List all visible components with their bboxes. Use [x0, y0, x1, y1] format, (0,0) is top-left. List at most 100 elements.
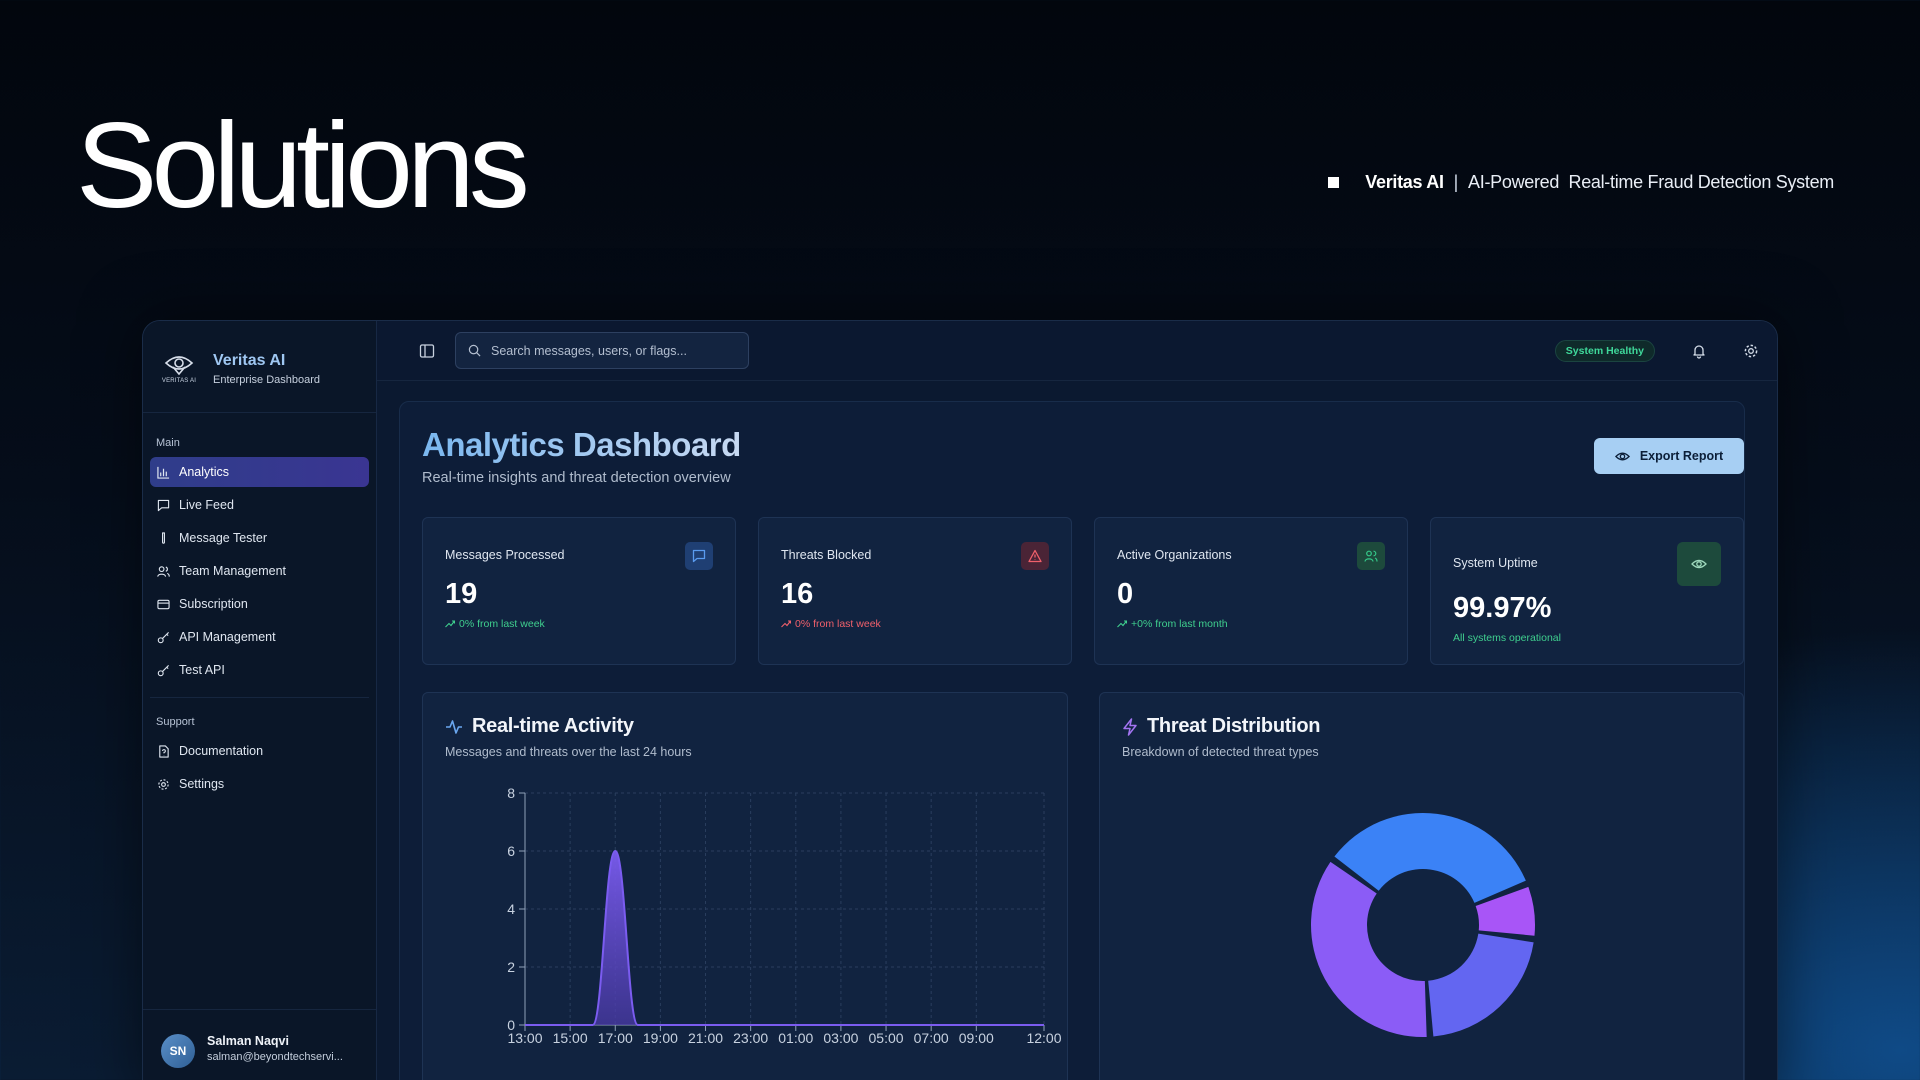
sidebar-item-label: Analytics: [179, 465, 230, 479]
eye-shield-icon: [164, 356, 194, 376]
avatar: SN: [161, 1034, 195, 1068]
sidebar-item-settings[interactable]: Settings: [150, 769, 369, 799]
y-tick-label: 8: [507, 785, 515, 801]
file-question-icon: [159, 744, 169, 758]
sidebar-item-label: API Management: [179, 630, 276, 644]
sidebar-item-subscription[interactable]: Subscription: [150, 589, 369, 619]
veritas-logo[interactable]: VERITAS AI: [159, 349, 199, 389]
donut-chart: [1311, 813, 1535, 1037]
gear-icon: [158, 778, 169, 790]
x-tick-label: 07:00: [914, 1030, 949, 1046]
hero-description: AI-Powered Real-time Fraud Detection Sys…: [1468, 172, 1834, 192]
trend-up-icon: [1117, 620, 1127, 628]
y-tick-label: 6: [507, 843, 515, 859]
stat-value: 0: [1117, 578, 1134, 610]
topbar: Search messages, users, or flags... Syst…: [377, 321, 1777, 381]
stat-trend-text: 0% from last week: [459, 618, 545, 630]
activity-panel: Real-time Activity Messages and threats …: [422, 692, 1068, 1080]
alert-triangle-icon: [1021, 542, 1049, 570]
brand-block: Veritas AI Enterprise Dashboard: [213, 352, 320, 386]
user-profile[interactable]: SN Salman Naqvi salman@beyondtechservi..…: [143, 1009, 376, 1080]
logo-text: VERITAS AI: [161, 378, 197, 384]
pie-slice: [1428, 933, 1534, 1037]
stat-value: 99.97%: [1453, 592, 1552, 624]
brand-name: Veritas AI: [213, 351, 286, 369]
status-badge: System Healthy: [1554, 339, 1655, 362]
series-area: [525, 851, 1044, 1025]
stat-card-uptime: System Uptime 99.97% All systems operati…: [1430, 517, 1744, 665]
message-square-icon: [157, 499, 170, 511]
sidebar-item-label: Subscription: [179, 597, 248, 611]
stat-trend-text: 0% from last week: [795, 618, 881, 630]
stat-label: System Uptime: [1453, 556, 1538, 570]
x-tick-label: 13:00: [507, 1030, 542, 1046]
x-tick-label: 17:00: [598, 1030, 633, 1046]
trend-up-icon: [781, 620, 791, 628]
sidebar-item-label: Message Tester: [179, 531, 268, 545]
stat-card-organizations: Active Organizations 0 +0% from last mon…: [1094, 517, 1408, 665]
bar-chart-icon: [157, 466, 170, 479]
eye-icon: [1677, 542, 1721, 586]
section-title-main: Main: [156, 437, 180, 449]
sidebar-divider: [150, 697, 369, 698]
search-icon: [468, 344, 481, 357]
sidebar-item-label: Test API: [179, 663, 225, 677]
sidebar-item-live-feed[interactable]: Live Feed: [150, 490, 369, 520]
user-name: Salman Naqvi: [207, 1034, 289, 1048]
distribution-panel: Threat Distribution Breakdown of detecte…: [1099, 692, 1744, 1080]
sidebar-item-label: Settings: [179, 777, 225, 791]
stat-value: 16: [781, 578, 814, 610]
trend-up-icon: [445, 620, 455, 628]
hero-brand: Veritas AI: [1365, 172, 1444, 192]
export-report-button[interactable]: Export Report: [1594, 438, 1744, 474]
user-email: salman@beyondtechservi...: [207, 1051, 343, 1063]
sidebar-item-test-api[interactable]: Test API: [150, 655, 369, 685]
brand-subtitle: Enterprise Dashboard: [213, 373, 321, 386]
gear-icon[interactable]: [1743, 343, 1759, 359]
hero-tagline: Veritas AI | AI-Powered Real-time Fraud …: [1328, 172, 1834, 193]
hero-title: Solutions: [76, 97, 530, 233]
stat-label: Messages Processed: [445, 548, 565, 562]
x-tick-label: 19:00: [643, 1030, 678, 1046]
x-tick-label: 23:00: [733, 1030, 768, 1046]
key-icon: [157, 631, 170, 643]
export-label: Export Report: [1639, 449, 1724, 463]
stat-trend: All systems operational: [1453, 632, 1561, 644]
x-tick-label: 21:00: [688, 1030, 723, 1046]
search-placeholder: Search messages, users, or flags...: [491, 343, 687, 358]
message-square-icon: [685, 542, 713, 570]
users-icon: [157, 565, 170, 577]
sidebar-item-api-management[interactable]: API Management: [150, 622, 369, 652]
sidebar-item-analytics[interactable]: Analytics: [150, 457, 369, 487]
sidebar-item-label: Team Management: [179, 564, 287, 578]
sidebar-main-section: Main Analytics Live Feed Message Tester …: [143, 413, 376, 799]
stat-card-threats: Threats Blocked 16 0% from last week: [758, 517, 1072, 665]
sidebar-item-documentation[interactable]: Documentation: [150, 736, 369, 766]
sidebar: VERITAS AI Veritas AI Enterprise Dashboa…: [143, 321, 377, 1080]
page-title: Analytics Dashboard: [422, 426, 741, 463]
app-window: VERITAS AI Veritas AI Enterprise Dashboa…: [142, 320, 1778, 1080]
pie-slice: [1311, 861, 1427, 1037]
stats-row: Messages Processed 19 0% from last week …: [422, 517, 1744, 665]
stat-trend-text: +0% from last month: [1131, 618, 1228, 630]
x-tick-label: 12:00: [1026, 1030, 1061, 1046]
x-tick-label: 09:00: [959, 1030, 994, 1046]
users-icon: [1357, 542, 1385, 570]
x-tick-label: 05:00: [869, 1030, 904, 1046]
stat-trend: 0% from last week: [781, 618, 881, 630]
sidebar-item-label: Documentation: [179, 744, 264, 758]
main-content: Analytics Dashboard Real-time insights a…: [399, 401, 1745, 1080]
hero-separator: |: [1453, 172, 1459, 192]
sidebar-item-message-tester[interactable]: Message Tester: [150, 523, 369, 553]
stat-trend-text: All systems operational: [1453, 632, 1561, 644]
section-title-support: Support: [156, 716, 195, 728]
sidebar-toggle-icon[interactable]: [419, 343, 435, 359]
sidebar-item-label: Live Feed: [179, 498, 234, 512]
bell-icon[interactable]: [1691, 343, 1707, 359]
page-subtitle: Real-time insights and threat detection …: [422, 470, 731, 486]
credit-card-icon: [157, 599, 170, 609]
stat-value: 19: [445, 578, 478, 610]
sidebar-item-team-management[interactable]: Team Management: [150, 556, 369, 586]
search-input[interactable]: Search messages, users, or flags...: [455, 332, 749, 369]
stat-trend: 0% from last week: [445, 618, 545, 630]
